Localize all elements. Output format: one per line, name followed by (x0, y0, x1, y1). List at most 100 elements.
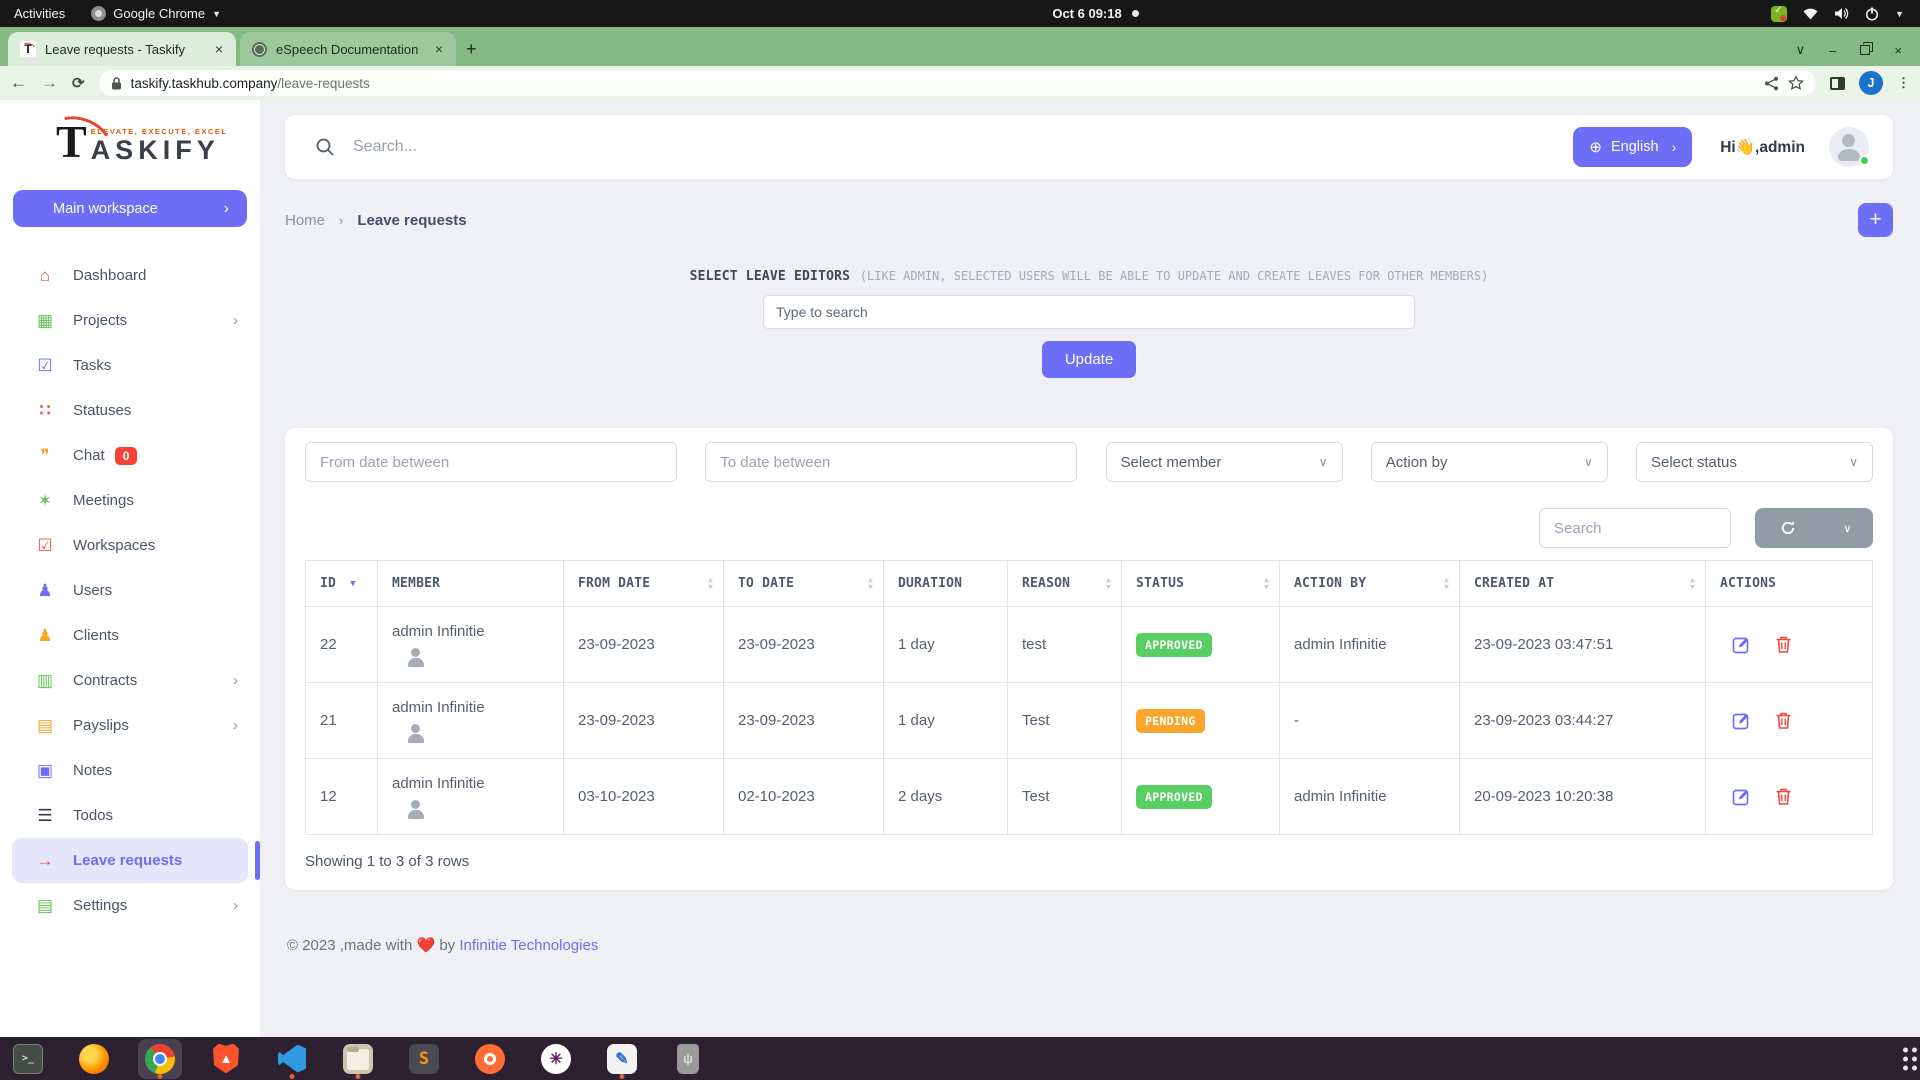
status-filter-select[interactable]: Select status ∨ (1636, 442, 1873, 482)
taskbar-usb-icon[interactable]: ψ (666, 1039, 710, 1079)
reload-button[interactable]: ⟳ (72, 74, 85, 92)
edit-icon[interactable] (1732, 787, 1751, 806)
restore-button[interactable] (1860, 45, 1870, 55)
member-filter-select[interactable]: Select member ∨ (1106, 442, 1343, 482)
taskbar-chrome-icon[interactable] (138, 1039, 182, 1079)
sidebar-item-settings[interactable]: ▤ Settings › (0, 883, 260, 928)
dots-grid-icon: ∷ (34, 401, 56, 421)
bookmark-star-icon[interactable] (1788, 75, 1804, 91)
tab-search-chevron-icon[interactable]: ∨ (1796, 42, 1806, 58)
app-menu[interactable]: Google Chrome ▼ (91, 6, 221, 21)
refresh-split-button[interactable]: ∨ (1755, 508, 1873, 548)
sidebar-item-contracts[interactable]: ▥ Contracts › (0, 658, 260, 703)
sidebar-item-statuses[interactable]: ∷ Statuses (0, 388, 260, 433)
column-header-status[interactable]: STATUS▲▼ (1122, 561, 1280, 607)
taskbar-firefox-icon[interactable] (72, 1039, 116, 1079)
tab-close-icon[interactable]: × (432, 41, 446, 57)
cell-created-at: 20-09-2023 10:20:38 (1460, 759, 1706, 835)
delete-icon[interactable] (1775, 635, 1792, 654)
column-header-from-date[interactable]: FROM DATE▲▼ (564, 561, 724, 607)
leave-editors-search-input[interactable] (763, 295, 1415, 329)
minimize-button[interactable]: – (1829, 43, 1836, 58)
column-header-duration[interactable]: DURATION (884, 561, 1008, 607)
taskbar-files-icon[interactable] (336, 1039, 380, 1079)
browser-menu-icon[interactable]: ⋮ (1897, 75, 1910, 91)
tab-leave-requests[interactable]: T Leave requests - Taskify × (8, 32, 236, 66)
update-button[interactable]: Update (1042, 341, 1136, 378)
leave-editors-note: (LIKE ADMIN, SELECTED USERS WILL BE ABLE… (860, 269, 1489, 283)
table-search-input[interactable] (1539, 508, 1731, 548)
column-header-id[interactable]: ID▼ (306, 561, 378, 607)
from-date-filter-input[interactable] (305, 442, 677, 482)
cell-created-at: 23-09-2023 03:44:27 (1460, 683, 1706, 759)
column-header-created-at[interactable]: CREATED AT▲▼ (1460, 561, 1706, 607)
taskbar-terminal-icon[interactable]: >_ (6, 1039, 50, 1079)
sidebar-item-workspaces[interactable]: ☑ Workspaces (0, 523, 260, 568)
chevron-right-icon: › (339, 213, 343, 228)
taskbar-sublime-icon[interactable]: S (402, 1039, 446, 1079)
url-bar[interactable]: taskify.taskhub.company/leave-requests (99, 70, 1816, 96)
taskbar-postman-icon[interactable] (468, 1039, 512, 1079)
delete-icon[interactable] (1775, 711, 1792, 730)
back-button[interactable]: ← (10, 73, 27, 93)
sidebar-item-clients[interactable]: ♟ Clients (0, 613, 260, 658)
tab-close-icon[interactable]: × (212, 41, 226, 57)
new-tab-button[interactable]: + (466, 39, 477, 60)
chevron-down-icon[interactable]: ∨ (1822, 508, 1873, 548)
app-grid-icon[interactable] (1903, 1047, 1908, 1052)
refresh-icon[interactable] (1755, 508, 1822, 548)
sidebar-item-todos[interactable]: ☰ Todos (0, 793, 260, 838)
cell-from-date: 23-09-2023 (564, 683, 724, 759)
edit-icon[interactable] (1732, 711, 1751, 730)
browser-toolbar: ← → ⟳ taskify.taskhub.company/leave-requ… (0, 66, 1920, 100)
share-icon[interactable] (1764, 76, 1779, 91)
user-avatar[interactable] (1829, 127, 1869, 167)
system-tray[interactable]: ▼ (1771, 6, 1920, 22)
global-search-input[interactable] (353, 138, 773, 156)
tab-espeech-docs[interactable]: eSpeech Documentation × (240, 32, 456, 66)
taskbar-slack-icon[interactable]: ✳ (534, 1039, 578, 1079)
clock-label: Oct 6 09:18 (1052, 6, 1121, 21)
screen: Activities Google Chrome ▼ Oct 6 09:18 ▼… (0, 0, 1920, 1080)
breadcrumb-home[interactable]: Home (285, 212, 325, 229)
column-header-member[interactable]: MEMBER (378, 561, 564, 607)
sidebar-item-users[interactable]: ♟ Users (0, 568, 260, 613)
status-badge: APPROVED (1136, 633, 1212, 657)
delete-icon[interactable] (1775, 787, 1792, 806)
sidebar-item-leave-requests[interactable]: → Leave requests (12, 838, 248, 883)
member-avatar (404, 798, 428, 822)
sidebar-item-projects[interactable]: ▦ Projects › (0, 298, 260, 343)
to-date-filter-input[interactable] (705, 442, 1077, 482)
add-leave-request-button[interactable]: + (1858, 203, 1893, 237)
browser-profile-avatar[interactable]: J (1859, 71, 1883, 95)
sidebar-item-tasks[interactable]: ☑ Tasks (0, 343, 260, 388)
edit-icon[interactable] (1732, 635, 1751, 654)
cell-id: 12 (306, 759, 378, 835)
volume-icon (1834, 7, 1849, 20)
column-header-reason[interactable]: REASON▲▼ (1008, 561, 1122, 607)
member-avatar (404, 646, 428, 670)
clock[interactable]: Oct 6 09:18 (420, 6, 1771, 21)
side-panel-icon[interactable] (1830, 77, 1845, 90)
taskbar-text-editor-icon[interactable]: ✎ (600, 1039, 644, 1079)
taskbar-vscode-icon[interactable] (270, 1039, 314, 1079)
infinitie-link[interactable]: Infinitie Technologies (459, 937, 598, 954)
leave-requests-card: Select member ∨ Action by ∨ Select statu… (285, 428, 1893, 890)
notepad-icon: ▣ (34, 761, 56, 781)
language-button[interactable]: ⊕ English › (1573, 127, 1692, 167)
taskbar-brave-icon[interactable]: ▲ (204, 1039, 248, 1079)
activities-button[interactable]: Activities (14, 6, 65, 21)
workspace-switcher-button[interactable]: Main workspace › (13, 190, 247, 227)
column-header-to-date[interactable]: TO DATE▲▼ (724, 561, 884, 607)
sidebar-item-chat[interactable]: ❞ Chat 0 (0, 433, 260, 478)
sidebar-item-dashboard[interactable]: ⌂ Dashboard (0, 253, 260, 298)
close-window-button[interactable]: × (1894, 43, 1902, 58)
sidebar-item-payslips[interactable]: ▤ Payslips › (0, 703, 260, 748)
sidebar-item-notes[interactable]: ▣ Notes (0, 748, 260, 793)
sidebar-item-meetings[interactable]: ✶ Meetings (0, 478, 260, 523)
taskify-logo[interactable]: T ELEVATE, EXECUTE, EXCEL ASKIFY (0, 100, 260, 178)
archive-icon: ▤ (34, 716, 56, 736)
column-header-action-by[interactable]: ACTION BY▲▼ (1280, 561, 1460, 607)
action-by-filter-select[interactable]: Action by ∨ (1371, 442, 1608, 482)
forward-button[interactable]: → (41, 73, 58, 93)
